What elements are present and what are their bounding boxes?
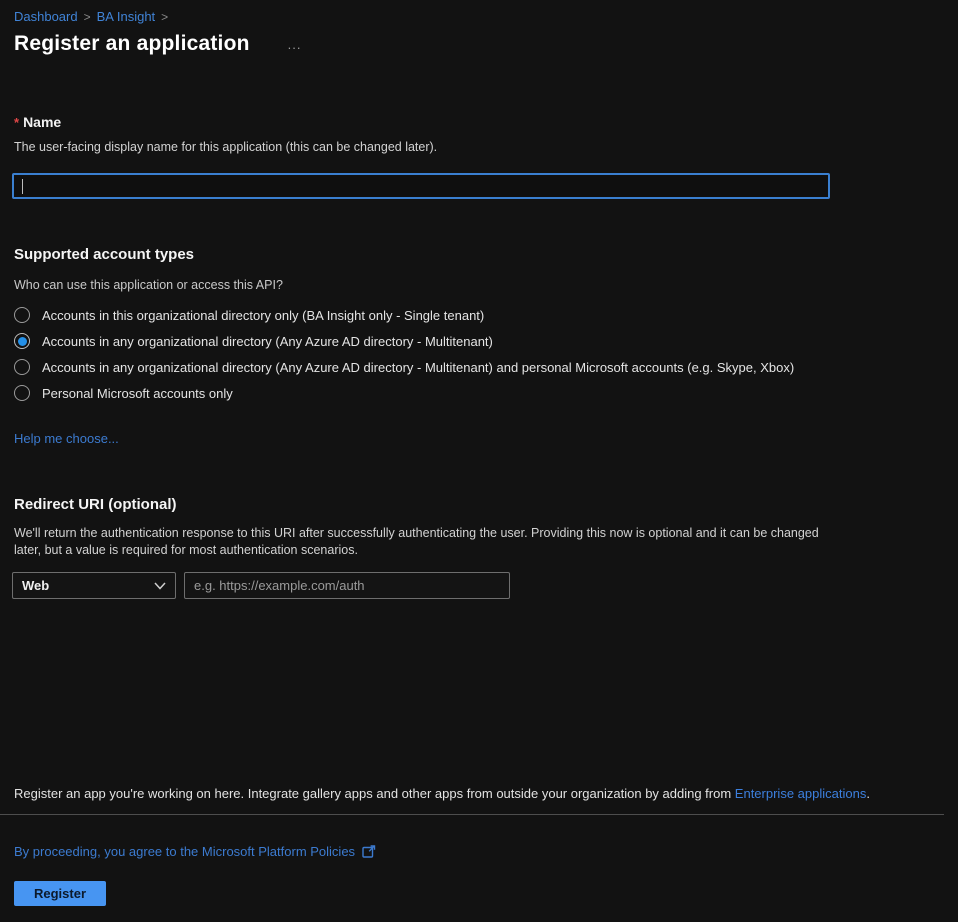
redirect-uri-controls: Web [12,572,510,599]
enterprise-applications-link[interactable]: Enterprise applications [735,786,867,801]
radio-label: Accounts in any organizational directory… [42,360,794,375]
breadcrumb: Dashboard > BA Insight > [14,9,168,24]
required-asterisk: * [14,115,19,130]
breadcrumb-separator-icon: > [84,10,91,24]
redirect-uri-input[interactable] [184,572,510,599]
radio-multitenant[interactable]: Accounts in any organizational directory… [14,328,794,354]
account-type-radio-group: Accounts in this organizational director… [14,302,794,406]
redirect-uri-heading: Redirect URI (optional) [14,496,177,513]
account-types-question: Who can use this application or access t… [14,278,283,292]
title-row: Register an application ... [14,32,302,56]
external-link-icon[interactable] [362,845,376,858]
radio-button-icon [14,385,30,401]
supported-account-types-heading: Supported account types [14,246,194,263]
radio-label: Accounts in this organizational director… [42,308,484,323]
redirect-uri-description: We'll return the authentication response… [14,525,836,559]
register-application-page: Dashboard > BA Insight > Register an app… [0,0,958,922]
app-name-input-wrapper [12,173,830,199]
radio-label: Personal Microsoft accounts only [42,386,233,401]
breadcrumb-ba-insight[interactable]: BA Insight [97,9,156,24]
policy-line: By proceeding, you agree to the Microsof… [14,844,376,859]
platform-select[interactable]: Web [12,572,176,599]
platform-select-value: Web [22,578,49,593]
page-title: Register an application [14,32,250,56]
footer-note: Register an app you're working on here. … [14,786,949,801]
radio-button-icon [14,307,30,323]
footer-note-period: . [866,786,870,801]
platform-policies-link[interactable]: By proceeding, you agree to the Microsof… [14,844,355,859]
footer-divider [0,814,944,815]
name-field-label: *Name [14,114,61,130]
chevron-down-icon [154,582,166,590]
help-me-choose-link[interactable]: Help me choose... [14,431,119,446]
text-cursor [22,179,23,194]
radio-personal-only[interactable]: Personal Microsoft accounts only [14,380,794,406]
more-options-icon[interactable]: ... [288,37,302,52]
radio-button-icon [14,359,30,375]
app-name-input[interactable] [14,175,828,197]
breadcrumb-dashboard[interactable]: Dashboard [14,9,78,24]
name-field-description: The user-facing display name for this ap… [14,140,437,154]
radio-label: Accounts in any organizational directory… [42,334,493,349]
radio-single-tenant[interactable]: Accounts in this organizational director… [14,302,794,328]
footer-note-text: Register an app you're working on here. … [14,786,735,801]
register-button[interactable]: Register [14,881,106,906]
radio-multitenant-personal[interactable]: Accounts in any organizational directory… [14,354,794,380]
breadcrumb-separator-icon: > [161,10,168,24]
radio-button-icon [14,333,30,349]
